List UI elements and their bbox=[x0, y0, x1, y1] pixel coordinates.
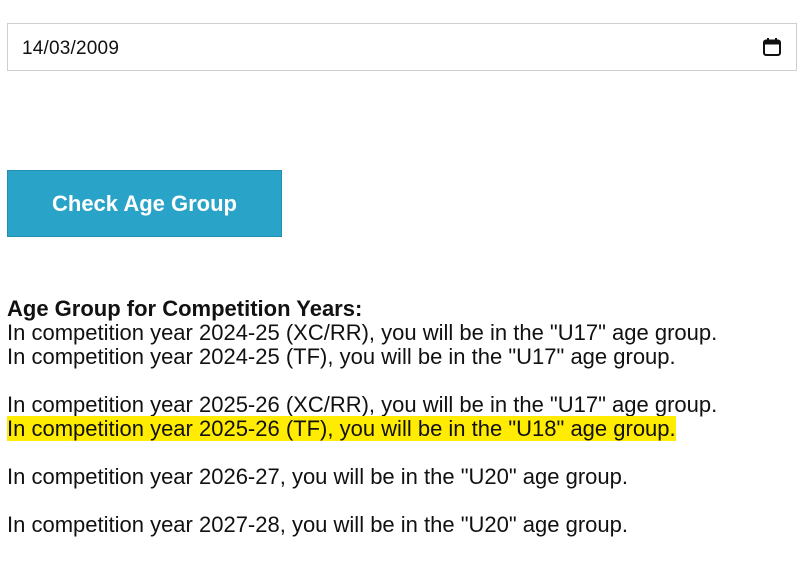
age-group-results: Age Group for Competition Years: In comp… bbox=[7, 297, 797, 537]
result-line-highlighted: In competition year 2025-26 (TF), you wi… bbox=[7, 416, 676, 441]
result-line: In competition year 2024-25 (TF), you wi… bbox=[7, 344, 676, 369]
check-age-group-button[interactable]: Check Age Group bbox=[7, 170, 282, 237]
result-line: In competition year 2024-25 (XC/RR), you… bbox=[7, 320, 718, 345]
result-line: In competition year 2026-27, you will be… bbox=[7, 464, 628, 489]
result-line: In competition year 2025-26 (XC/RR), you… bbox=[7, 392, 718, 417]
birthdate-input[interactable]: 14/03/2009 bbox=[7, 23, 797, 71]
result-line: In competition year 2027-28, you will be… bbox=[7, 512, 628, 537]
results-heading: Age Group for Competition Years: bbox=[7, 296, 363, 321]
birthdate-value: 14/03/2009 bbox=[22, 38, 120, 59]
calendar-icon[interactable] bbox=[762, 37, 782, 57]
